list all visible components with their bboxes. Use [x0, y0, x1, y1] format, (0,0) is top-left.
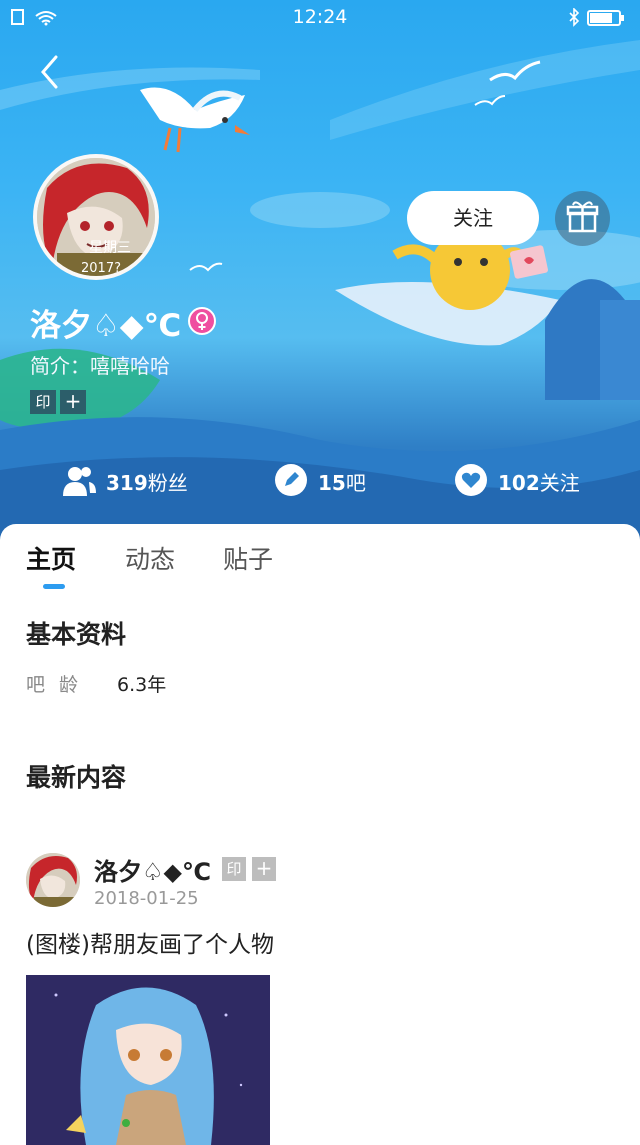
- tab-posts[interactable]: 贴子: [223, 540, 273, 576]
- badge-tag: 印: [30, 390, 56, 414]
- post-author-badge: 印: [222, 857, 246, 881]
- following-count: 102: [498, 471, 540, 495]
- tab-activity[interactable]: 动态: [125, 540, 175, 576]
- following-label: 关注: [539, 471, 580, 495]
- fans-count: 319: [106, 471, 148, 495]
- bar-age-label: 吧龄: [26, 674, 93, 696]
- follow-button[interactable]: 关注: [407, 191, 539, 245]
- back-button[interactable]: [36, 54, 66, 90]
- status-icons-right: [566, 7, 628, 32]
- stat-following[interactable]: 102关注: [454, 460, 604, 500]
- users-icon: [63, 467, 96, 496]
- clock: 12:24: [292, 6, 348, 28]
- bluetooth-icon: [569, 7, 580, 27]
- fans-label: 粉丝: [147, 471, 188, 495]
- add-tag-button[interactable]: +: [60, 390, 86, 414]
- status-bar: 12:24: [0, 0, 640, 36]
- post-title[interactable]: (图楼)帮朋友画了个人物: [26, 925, 274, 959]
- gift-icon: [566, 201, 599, 233]
- post-image[interactable]: [26, 975, 270, 1145]
- latest-content-title: 最新内容: [26, 763, 127, 792]
- basic-info-title: 基本资料: [26, 620, 127, 649]
- profile-bio: 简介：嘻嘻哈哈: [30, 354, 170, 378]
- svg-text:星期三: 星期三: [89, 240, 131, 256]
- seagull-illustration: [140, 87, 250, 153]
- gift-button[interactable]: [555, 191, 610, 246]
- post-author-name[interactable]: 洛夕♤◆℃: [94, 852, 211, 887]
- bars-label: 吧: [345, 471, 366, 495]
- post-author-add-tag: +: [252, 857, 276, 881]
- avatar[interactable]: 星期三 2017?: [33, 154, 159, 280]
- stat-bars[interactable]: 15吧: [274, 460, 394, 500]
- chevron-left-icon: [41, 55, 58, 89]
- active-tab-indicator: [43, 584, 65, 589]
- bar-age-value: 6.3年: [117, 674, 167, 696]
- pencil-icon: [275, 464, 307, 496]
- female-gender-icon: [188, 307, 216, 335]
- post-author-avatar[interactable]: [26, 853, 80, 907]
- stat-fans[interactable]: 319粉丝: [62, 460, 212, 500]
- post-date: 2018-01-25: [94, 888, 199, 909]
- tab-home[interactable]: 主页: [26, 540, 76, 576]
- bars-count: 15: [318, 471, 346, 495]
- post-illustration: [26, 975, 270, 1145]
- heart-icon: [455, 464, 487, 496]
- svg-text:2017?: 2017?: [81, 261, 121, 276]
- username: 洛夕♤◆℃: [30, 308, 182, 344]
- avatar-image: 星期三 2017?: [37, 158, 155, 276]
